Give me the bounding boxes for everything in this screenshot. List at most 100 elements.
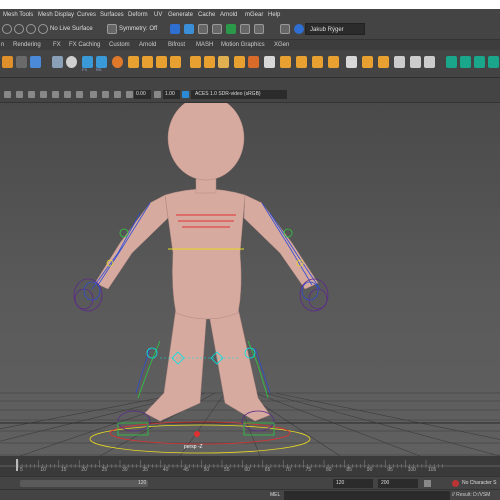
range-end-field[interactable]: 120 [333, 479, 373, 488]
sidebar-toggle-icon[interactable] [280, 24, 290, 34]
shelf-tool-icon[interactable] [378, 56, 389, 68]
character-set-field[interactable]: No Character S [462, 479, 496, 488]
render-settings-icon[interactable] [198, 24, 208, 34]
character-set-icon[interactable] [452, 480, 459, 487]
menu-mesh-tools[interactable]: Mesh Tools [3, 10, 33, 20]
shelf-tool-icon[interactable] [204, 56, 215, 68]
wireframe-icon[interactable] [90, 91, 97, 98]
status-line: No Live Surface Symmetry: Off Jakub Rýge… [0, 21, 500, 40]
shelf-tool-icon[interactable] [410, 56, 421, 68]
shelf-caption: FX [82, 67, 88, 72]
gamma-icon[interactable] [154, 91, 161, 98]
menu-cache[interactable]: Cache [198, 10, 215, 20]
lighting-icon[interactable] [126, 91, 133, 98]
shelf-tool-icon[interactable] [362, 56, 373, 68]
time-ruler [0, 459, 500, 471]
shelf-tool-icon[interactable] [218, 56, 229, 68]
shelf-tool-icon[interactable] [474, 56, 485, 68]
shelf-tool-icon[interactable] [128, 56, 139, 68]
color-space-dropdown[interactable]: ACES 1.0 SDR-video (sRGB) [191, 90, 287, 99]
menu-surfaces[interactable]: Surfaces [100, 10, 124, 20]
snap-grid-icon[interactable] [2, 24, 12, 34]
script-mode-label[interactable]: MEL [270, 491, 280, 500]
arnold-icon[interactable] [226, 24, 236, 34]
shelf-tab-mash[interactable]: MASH [196, 41, 213, 49]
color-management-icon[interactable] [182, 91, 189, 98]
bookmark-icon[interactable] [28, 91, 35, 98]
render-view-icon[interactable] [240, 24, 250, 34]
shelf-tab-fx-caching[interactable]: FX Caching [69, 41, 100, 49]
menu-help[interactable]: Help [268, 10, 280, 20]
range-bar[interactable] [20, 480, 148, 487]
shelf-tool-icon[interactable] [424, 56, 435, 68]
time-slider[interactable]: 5 10 15 20 25 30 35 40 45 50 55 60 65 70 75 80 85 90 95 100… [0, 456, 500, 476]
light-editor-icon[interactable] [254, 24, 264, 34]
shelf-tool-icon[interactable] [312, 56, 323, 68]
camera-attributes-icon[interactable] [16, 91, 23, 98]
shelf-tab-custom[interactable]: Custom [109, 41, 130, 49]
snap-curve-icon[interactable] [14, 24, 24, 34]
image-plane-icon[interactable] [40, 91, 47, 98]
time-tick-label: 10 [40, 467, 46, 473]
shelf-tool-icon[interactable] [156, 56, 167, 68]
menu-uv[interactable]: UV [154, 10, 162, 20]
select-camera-icon[interactable] [4, 91, 11, 98]
shelf-tool-icon[interactable] [52, 56, 63, 68]
viewport-persp[interactable]: persp -Z [0, 103, 500, 456]
snap-point-icon[interactable] [26, 24, 36, 34]
shelf-tab-arnold[interactable]: Arnold [139, 41, 156, 49]
textured-icon[interactable] [114, 91, 121, 98]
symmetry-dropdown[interactable]: Symmetry: Off [119, 24, 157, 35]
shelf-tool-icon[interactable] [296, 56, 307, 68]
exposure-field[interactable]: 0.00 [134, 90, 151, 99]
shelf-tab-bifrost[interactable]: Bifrost [168, 41, 185, 49]
menu-deform[interactable]: Deform [128, 10, 148, 20]
smooth-shade-icon[interactable] [102, 91, 109, 98]
shelf-tool-icon[interactable] [190, 56, 201, 68]
shelf-tool-icon[interactable] [280, 56, 291, 68]
render-icon[interactable] [170, 24, 180, 34]
shelf-tool-icon[interactable] [264, 56, 275, 68]
shelf-tab-fx[interactable]: FX [53, 41, 61, 49]
shelf-tool-icon[interactable] [112, 56, 123, 68]
shelf-tool-icon[interactable] [488, 56, 499, 68]
time-tick-label: 70 [285, 467, 291, 473]
gamma-field[interactable]: 1.00 [163, 90, 180, 99]
grid-icon[interactable] [52, 91, 59, 98]
shelf-tool-icon[interactable] [460, 56, 471, 68]
shelf-tab-partial[interactable]: n [1, 41, 4, 49]
shelf-tab-rendering[interactable]: Rendering [13, 41, 41, 49]
shelf-tool-icon[interactable] [328, 56, 339, 68]
film-gate-icon[interactable] [64, 91, 71, 98]
shelf-tool-icon[interactable] [16, 56, 27, 68]
shelf-tool-icon[interactable] [30, 56, 41, 68]
menu-mesh-display[interactable]: Mesh Display [38, 10, 74, 20]
menu-mgear[interactable]: mGear [245, 10, 263, 20]
hypershade-icon[interactable] [212, 24, 222, 34]
shelf-tool-icon[interactable] [248, 56, 259, 68]
user-dropdown[interactable]: Jakub Rýger [305, 23, 365, 35]
shelf-tool-icon[interactable] [346, 56, 357, 68]
menu-bar: Mesh Tools Mesh Display Curves Surfaces … [0, 9, 500, 21]
range-options-icon[interactable] [424, 480, 431, 487]
menu-curves[interactable]: Curves [77, 10, 96, 20]
ipr-render-icon[interactable] [184, 24, 194, 34]
shelf-tool-icon[interactable] [446, 56, 457, 68]
menu-arnold[interactable]: Arnold [220, 10, 237, 20]
user-avatar-icon[interactable] [294, 24, 304, 34]
shelf-tab-xgen[interactable]: XGen [274, 41, 289, 49]
shelf-tool-icon[interactable] [234, 56, 245, 68]
command-input[interactable] [284, 491, 450, 500]
shelf-tool-icon[interactable] [66, 56, 77, 68]
resolution-gate-icon[interactable] [76, 91, 83, 98]
shelf-tool-icon[interactable] [170, 56, 181, 68]
shelf-tool-icon[interactable] [142, 56, 153, 68]
shelf-tool-icon[interactable] [2, 56, 13, 68]
snap-view-icon[interactable] [38, 24, 48, 34]
shelf-tab-motion-graphics[interactable]: Motion Graphics [221, 41, 265, 49]
symmetry-icon[interactable] [107, 24, 117, 34]
live-surface-field[interactable]: No Live Surface [50, 24, 93, 35]
shelf-tool-icon[interactable] [394, 56, 405, 68]
range-max-field[interactable]: 200 [378, 479, 418, 488]
menu-generate[interactable]: Generate [168, 10, 193, 20]
